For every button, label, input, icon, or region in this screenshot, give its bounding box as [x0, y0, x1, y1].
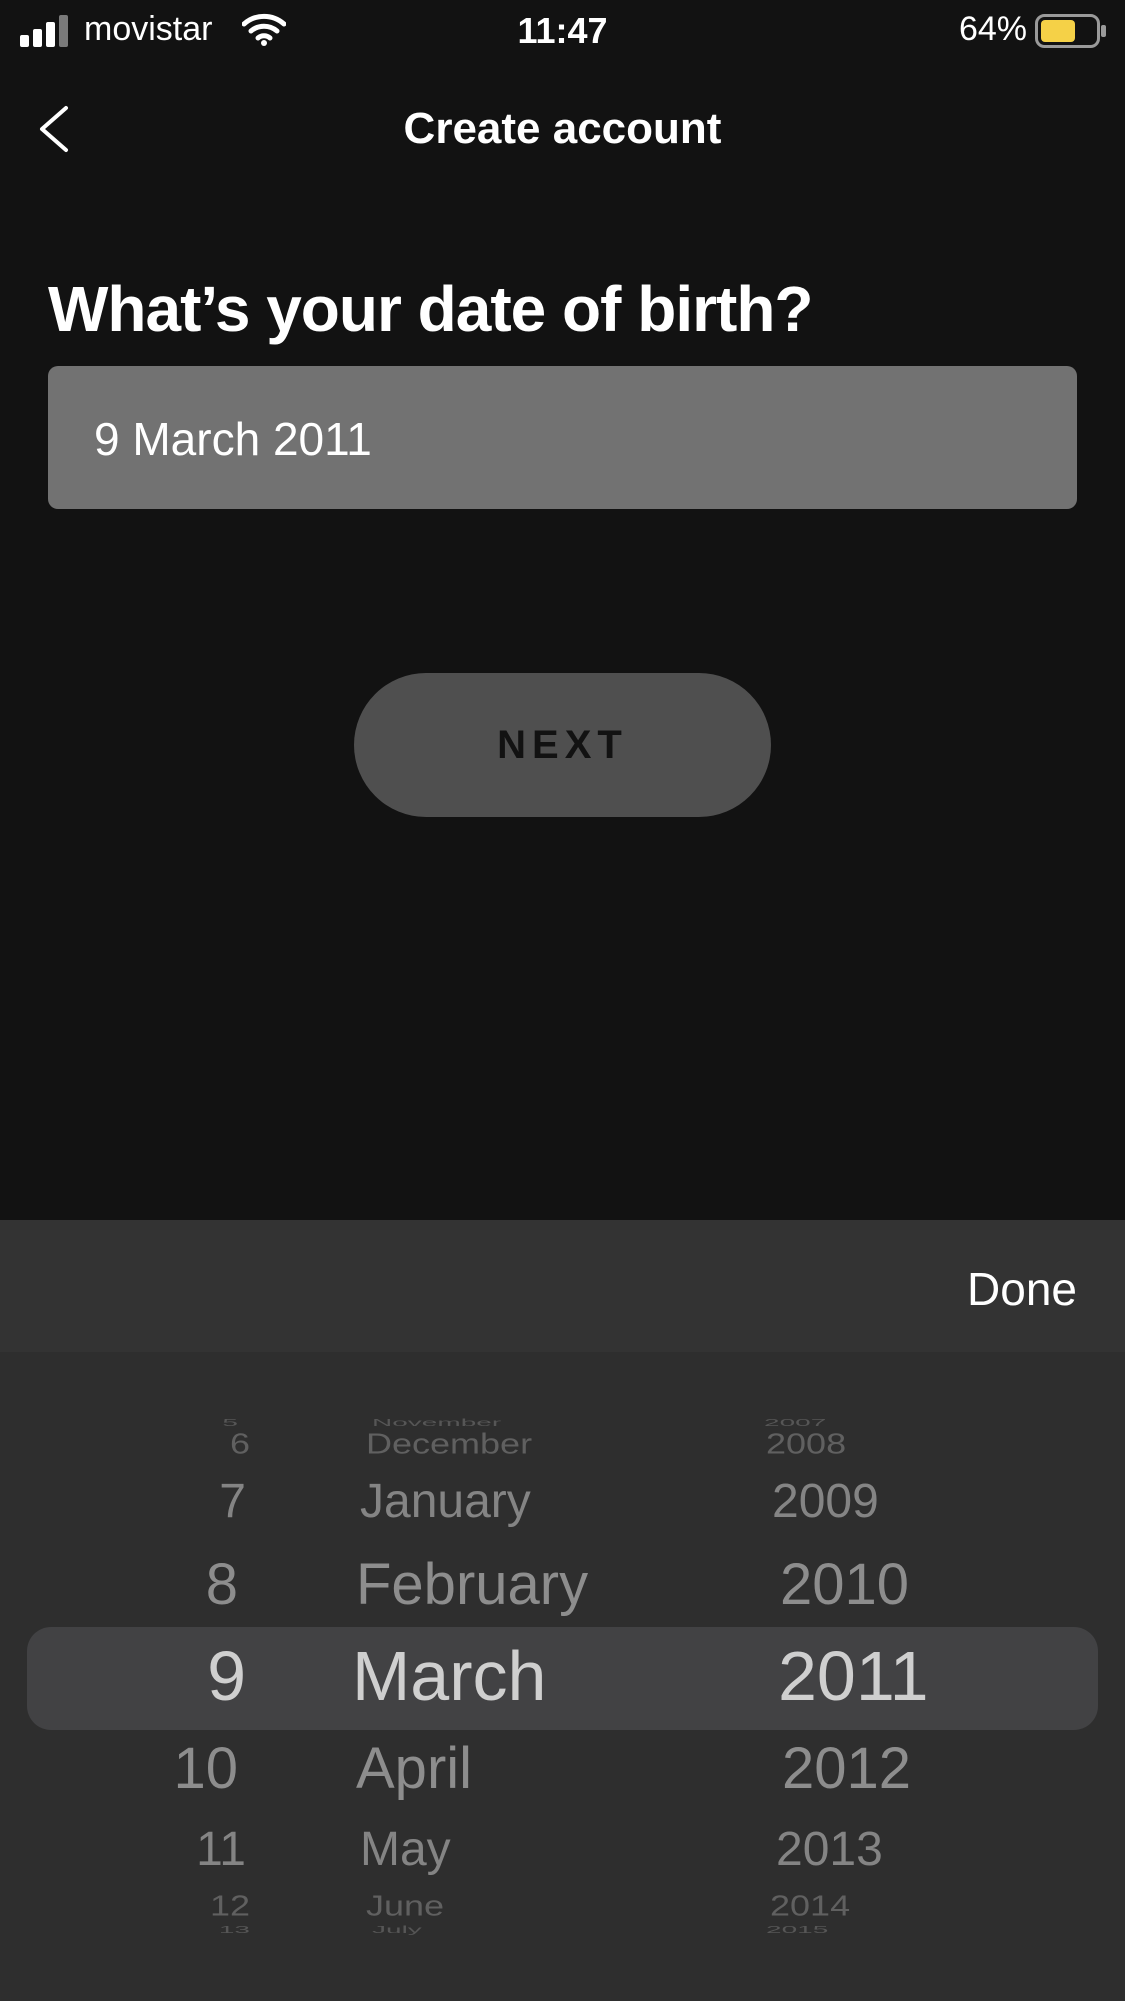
day-option[interactable]: 12 [210, 1889, 250, 1923]
year-option[interactable]: 2010 [780, 1551, 909, 1618]
battery-icon [1035, 14, 1106, 48]
year-wheel[interactable]: 2007 2008 2009 2010 2011 2012 2013 2014 … [760, 1352, 960, 2001]
year-option-selected[interactable]: 2011 [778, 1636, 929, 1716]
done-button[interactable]: Done [967, 1262, 1077, 1316]
month-option[interactable]: January [360, 1474, 531, 1529]
next-button[interactable]: NEXT [354, 673, 771, 817]
month-wheel[interactable]: November December January February March… [350, 1352, 690, 2001]
day-wheel[interactable]: 5 6 7 8 9 10 11 12 13 [0, 1352, 250, 2001]
month-option[interactable]: June [366, 1889, 444, 1923]
date-picker: 5 6 7 8 9 10 11 12 13 November December … [0, 1352, 1125, 2001]
status-time: 11:47 [517, 10, 608, 51]
month-option[interactable]: July [372, 1924, 422, 1935]
date-of-birth-question: What’s your date of birth? [48, 273, 813, 345]
month-option[interactable]: May [360, 1822, 451, 1877]
nav-bar: Create account [0, 82, 1125, 178]
day-option[interactable]: 7 [219, 1474, 246, 1529]
year-option[interactable]: 2014 [770, 1889, 850, 1923]
year-option[interactable]: 2013 [776, 1822, 883, 1877]
day-option[interactable]: 8 [206, 1551, 238, 1618]
day-option[interactable]: 11 [196, 1822, 246, 1877]
year-option[interactable]: 2008 [766, 1427, 846, 1461]
picker-toolbar: Done [0, 1220, 1125, 1352]
month-option-selected[interactable]: March [352, 1636, 546, 1716]
year-option[interactable]: 2012 [782, 1735, 911, 1802]
month-option[interactable]: February [356, 1551, 588, 1618]
day-option[interactable]: 13 [219, 1924, 250, 1935]
date-of-birth-field[interactable]: 9 March 2011 [48, 366, 1077, 509]
month-option[interactable]: April [356, 1735, 472, 1802]
day-option[interactable]: 6 [230, 1427, 250, 1461]
day-option[interactable]: 10 [173, 1735, 238, 1802]
battery-percent: 64% [958, 10, 1027, 48]
page-title: Create account [403, 104, 722, 153]
date-of-birth-value: 9 March 2011 [94, 413, 372, 465]
next-button-label: NEXT [497, 722, 628, 767]
status-bar: movistar 11:47 64% [0, 0, 1125, 62]
day-option-selected[interactable]: 9 [207, 1636, 246, 1716]
month-option[interactable]: December [366, 1427, 532, 1461]
year-option[interactable]: 2015 [766, 1924, 828, 1935]
year-option[interactable]: 2009 [772, 1474, 879, 1529]
